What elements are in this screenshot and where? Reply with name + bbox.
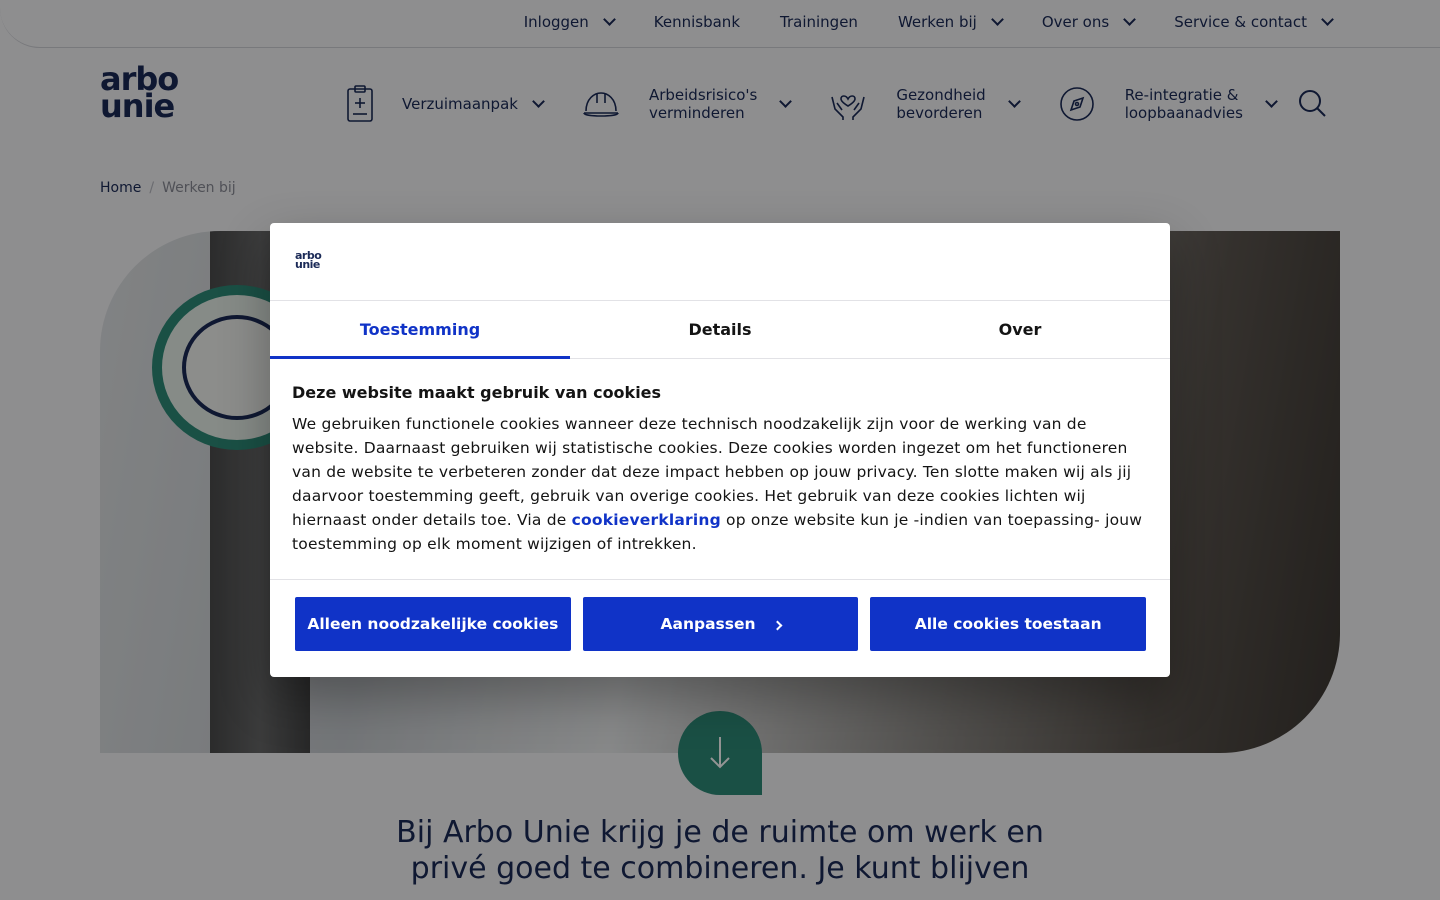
allow-all-cookies-button[interactable]: Alle cookies toestaan xyxy=(870,597,1147,651)
button-label: Aanpassen xyxy=(660,615,756,633)
tab-toestemming[interactable]: Toestemming xyxy=(270,301,570,359)
tab-over[interactable]: Over xyxy=(870,301,1170,358)
dialog-text: We gebruiken functionele cookies wanneer… xyxy=(292,412,1148,556)
dialog-header: arbo unie xyxy=(270,223,1170,301)
dialog-tabs: Toestemming Details Over xyxy=(270,301,1170,359)
cookie-consent-dialog: arbo unie Toestemming Details Over Deze … xyxy=(270,223,1170,677)
dialog-title: Deze website maakt gebruik van cookies xyxy=(292,383,662,402)
cookie-statement-link[interactable]: cookieverklaring xyxy=(572,511,721,529)
customize-button[interactable]: Aanpassen xyxy=(582,597,859,651)
necessary-cookies-button[interactable]: Alleen noodzakelijke cookies xyxy=(295,597,571,651)
dialog-body: Deze website maakt gebruik van cookies W… xyxy=(270,359,1170,580)
button-label: Alleen noodzakelijke cookies xyxy=(307,615,559,633)
dialog-logo: arbo unie xyxy=(295,250,322,271)
chevron-right-icon xyxy=(772,620,782,630)
button-label: Alle cookies toestaan xyxy=(914,615,1102,633)
dialog-logo-line-2: unie xyxy=(295,258,320,271)
dialog-button-row: Alleen noodzakelijke cookies Aanpassen A… xyxy=(270,580,1170,651)
tab-details[interactable]: Details xyxy=(570,301,870,358)
